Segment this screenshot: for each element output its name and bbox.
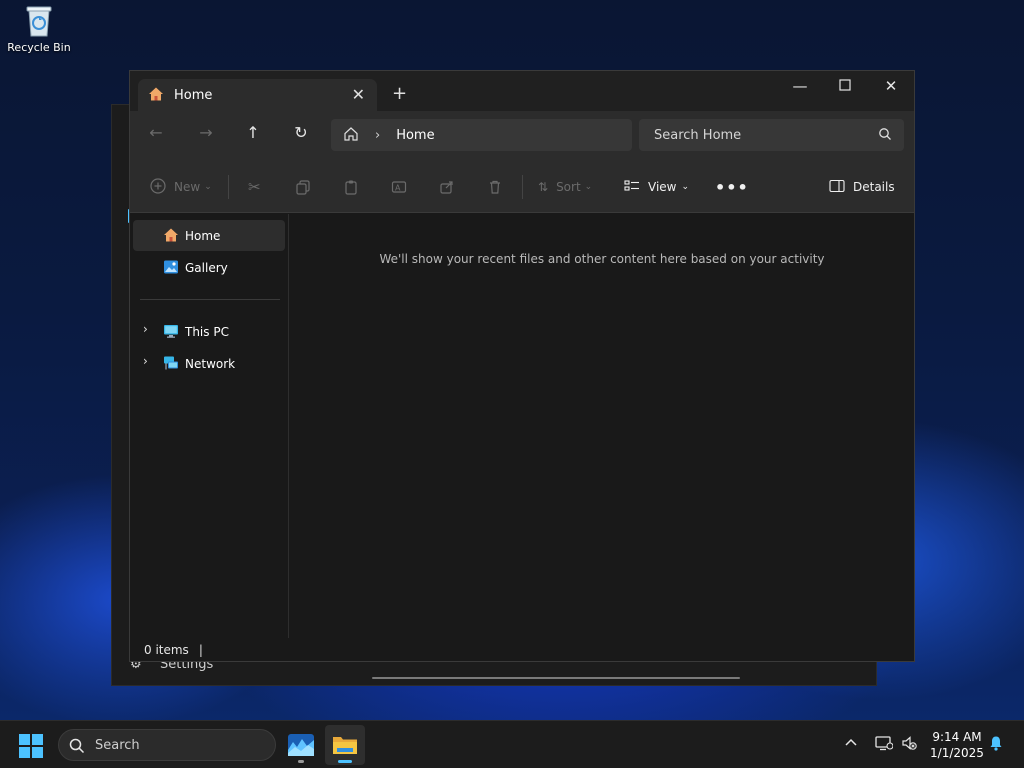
delete-icon[interactable] [487, 177, 503, 197]
status-bar: 0 items | [130, 639, 914, 661]
rename-icon[interactable]: A [391, 177, 407, 197]
minimize-icon[interactable]: — [785, 77, 815, 95]
view-button[interactable]: View ⌄ [624, 177, 689, 197]
refresh-icon[interactable]: ↻ [289, 123, 313, 142]
details-pane-icon [829, 179, 845, 196]
system-clock[interactable]: 9:14 AM 1/1/2025 [920, 729, 994, 761]
settings-scrollbar[interactable] [372, 677, 740, 679]
notification-bell-icon[interactable] [989, 735, 1003, 755]
widgets-icon [288, 734, 314, 756]
details-label: Details [853, 180, 895, 194]
running-indicator [298, 760, 304, 763]
taskbar-app-widgets[interactable] [281, 725, 321, 765]
share-icon[interactable] [439, 177, 455, 197]
view-label: View [648, 180, 677, 194]
search-input[interactable]: Search Home [639, 119, 904, 151]
clock-time: 9:14 AM [932, 730, 982, 744]
home-icon [163, 227, 179, 243]
sidebar-item-home[interactable]: Home [133, 220, 285, 251]
paste-icon[interactable] [343, 177, 359, 197]
back-arrow-icon[interactable]: ← [144, 123, 168, 142]
search-icon [69, 738, 85, 758]
sidebar-divider [140, 299, 280, 300]
address-bar[interactable]: › Home [331, 119, 632, 151]
details-button[interactable]: Details [829, 177, 895, 197]
new-label: New [174, 180, 201, 194]
recycle-bin-label: Recycle Bin [7, 41, 71, 54]
chevron-right-icon[interactable]: › [143, 322, 148, 336]
recycle-bin-icon [23, 4, 55, 38]
more-options-icon[interactable]: ••• [715, 177, 749, 197]
up-arrow-icon[interactable]: ↑ [241, 123, 265, 142]
maximize-icon[interactable] [830, 77, 860, 95]
recycle-bin-shortcut[interactable]: Recycle Bin [4, 4, 74, 54]
sidebar-item-label: This PC [185, 324, 229, 339]
navigation-pane: Home Gallery › This PC › Network [130, 214, 289, 638]
breadcrumb-home[interactable]: Home [396, 128, 434, 143]
file-explorer-window: Home ✕ + — ✕ ← → ↑ ↻ › Home Search Home [129, 70, 915, 662]
tab-home[interactable]: Home ✕ [138, 79, 377, 111]
search-icon [878, 127, 892, 145]
view-list-icon [624, 179, 640, 196]
chevron-down-icon: ⌄ [681, 182, 690, 192]
chevron-down-icon: ⌄ [584, 182, 593, 192]
chevron-down-icon: ⌄ [204, 182, 212, 192]
taskbar-search-label: Search [95, 737, 140, 753]
sort-label: Sort [556, 180, 581, 194]
content-pane[interactable]: We'll show your recent files and other c… [290, 214, 914, 638]
this-pc-icon [163, 323, 179, 339]
show-hidden-icons-chevron-icon[interactable] [845, 735, 857, 751]
tab-title: Home [174, 87, 213, 103]
home-outline-icon[interactable] [343, 126, 359, 145]
sort-icon: ⇅ [538, 180, 549, 194]
new-button[interactable]: New ⌄ [150, 177, 212, 197]
cut-icon[interactable]: ✂ [248, 177, 261, 197]
active-indicator [338, 760, 352, 763]
network-icon [163, 355, 179, 371]
volume-muted-icon[interactable] [901, 735, 917, 755]
navigation-bar: ← → ↑ ↻ › Home Search Home [130, 111, 914, 161]
taskbar-search-box[interactable]: Search [58, 729, 276, 761]
svg-text:A: A [395, 184, 401, 193]
start-windows-icon[interactable] [19, 734, 43, 758]
home-icon [148, 86, 164, 105]
chevron-right-icon[interactable]: › [143, 354, 148, 368]
taskbar: Search 9:14 AM 1/1/2025 [0, 720, 1024, 768]
taskbar-app-file-explorer[interactable] [325, 725, 365, 765]
close-tab-icon[interactable]: ✕ [352, 85, 365, 104]
breadcrumb-chevron-icon[interactable]: › [375, 128, 380, 143]
toolbar-divider [228, 175, 229, 199]
sidebar-item-label: Home [185, 228, 221, 243]
network-status-icon[interactable] [875, 735, 894, 755]
folder-icon [333, 737, 357, 754]
empty-state-message: We'll show your recent files and other c… [379, 252, 825, 266]
command-bar: New ⌄ ✂ A ⇅ Sort ⌄ View ⌄ ••• Details [130, 161, 914, 213]
clock-date: 1/1/2025 [930, 746, 984, 760]
toolbar-divider [522, 175, 523, 199]
copy-icon[interactable] [295, 177, 311, 197]
sidebar-item-gallery[interactable]: Gallery [133, 252, 285, 283]
sidebar-item-label: Network [185, 356, 236, 371]
forward-arrow-icon[interactable]: → [194, 123, 218, 142]
search-placeholder: Search Home [654, 127, 742, 143]
status-divider: | [198, 643, 203, 657]
plus-circle-icon [150, 177, 166, 197]
gallery-icon [163, 259, 179, 275]
sidebar-item-this-pc[interactable]: › This PC [133, 316, 285, 347]
item-count: 0 items [144, 643, 189, 657]
new-tab-icon[interactable]: + [392, 83, 407, 104]
close-window-icon[interactable]: ✕ [876, 77, 906, 95]
sidebar-item-label: Gallery [185, 260, 228, 275]
sidebar-item-network[interactable]: › Network [133, 348, 285, 379]
sort-button[interactable]: ⇅ Sort ⌄ [538, 177, 592, 197]
